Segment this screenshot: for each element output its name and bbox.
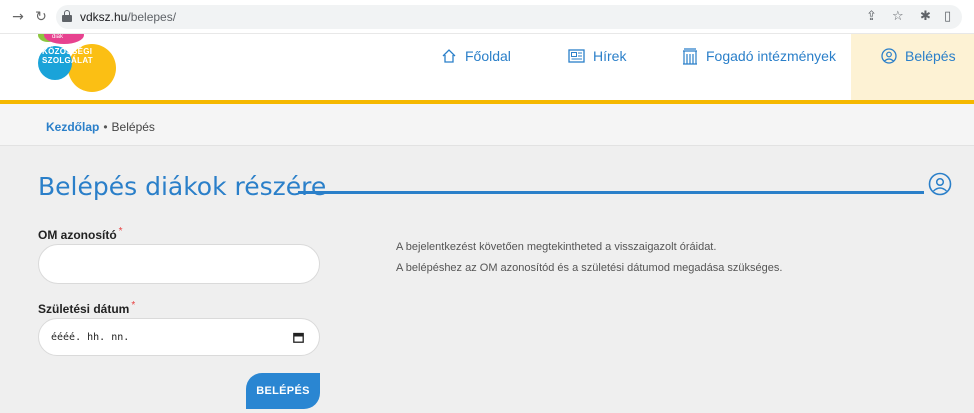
- breadcrumb-current: Belépés: [111, 120, 155, 134]
- calendar-icon[interactable]: [293, 332, 304, 343]
- home-icon: [442, 49, 456, 63]
- nav-label: Főoldal: [465, 48, 511, 64]
- share-icon[interactable]: ⇪: [866, 9, 877, 25]
- extensions-icon[interactable]: ✱: [920, 9, 931, 25]
- newspaper-icon: [568, 49, 585, 63]
- browser-toolbar: → ↻ vdksz.hu/belepes/ ⇪ ☆ ✱ ▯: [0, 0, 974, 34]
- birth-date-label: Születési dátum *: [38, 300, 136, 316]
- nav-item-fogado-intezmenyek[interactable]: Fogadó intézmények: [682, 34, 842, 100]
- birth-date-input[interactable]: éééé. hh. nn.: [38, 318, 320, 356]
- om-label: OM azonosító *: [38, 226, 123, 242]
- nav-label: Hírek: [593, 48, 627, 64]
- breadcrumb: Kezdőlap • Belépés: [0, 104, 974, 146]
- nav-item-fooldal[interactable]: Főoldal: [441, 34, 551, 100]
- title-underline: [298, 191, 924, 194]
- star-icon[interactable]: ☆: [892, 9, 904, 25]
- user-circle-icon: [928, 172, 952, 196]
- breadcrumb-home-link[interactable]: Kezdőlap: [46, 120, 99, 134]
- info-text-line2: A belépéshez az OM azonosítód és a szüle…: [396, 262, 783, 274]
- nav-item-belepes[interactable]: Belépés: [851, 34, 974, 100]
- breadcrumb-separator: •: [103, 120, 108, 134]
- nav-item-hirek[interactable]: Hírek: [568, 34, 658, 100]
- nav-label: Belépés: [905, 48, 956, 64]
- reload-icon[interactable]: ↻: [33, 9, 49, 25]
- om-input[interactable]: [38, 244, 320, 284]
- address-bar[interactable]: [56, 5, 962, 29]
- page-title: Belépés diákok részére: [38, 172, 327, 201]
- info-text-line1: A bejelentkezést követően megtekintheted…: [396, 241, 717, 253]
- url-text[interactable]: vdksz.hu/belepes/: [80, 10, 176, 24]
- lock-icon: [62, 10, 72, 22]
- building-icon: [683, 48, 697, 65]
- site-logo[interactable]: diák KÖZÖSSÉGI SZOLGÁLAT: [38, 34, 128, 104]
- user-circle-icon: [881, 48, 897, 64]
- login-button[interactable]: BELÉPÉS: [246, 373, 320, 409]
- sidebar-icon[interactable]: ▯: [944, 9, 951, 25]
- nav-label: Fogadó intézmények: [706, 48, 836, 64]
- date-placeholder: éééé. hh. nn.: [51, 332, 130, 343]
- forward-arrow-icon[interactable]: →: [10, 9, 26, 25]
